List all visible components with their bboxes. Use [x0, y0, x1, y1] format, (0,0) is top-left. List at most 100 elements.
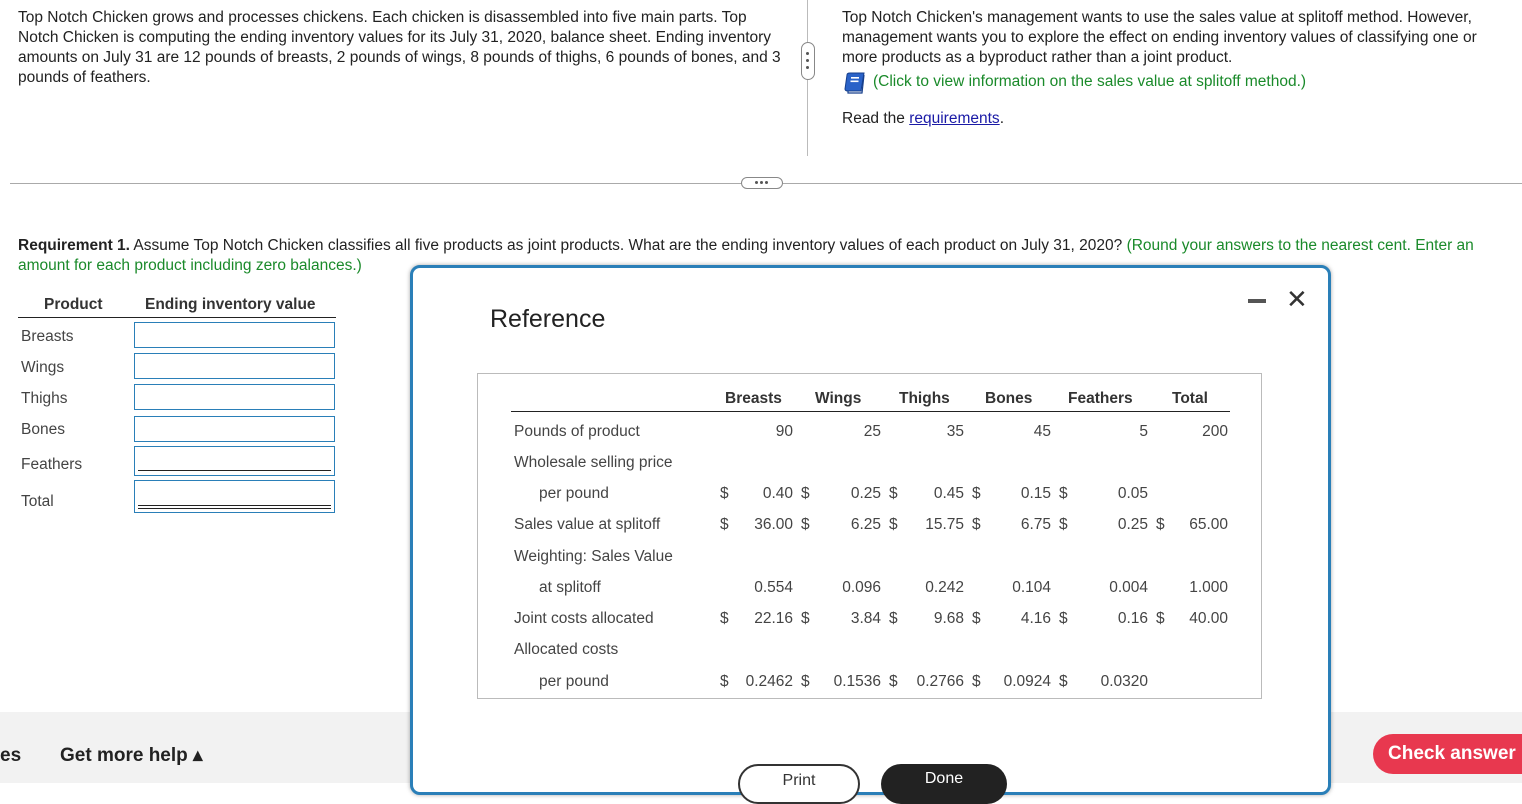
wsp-thighs: 0.45 [933, 485, 964, 502]
pounds-label: Pounds of product [514, 423, 640, 440]
book-icon[interactable] [844, 71, 870, 95]
col-bones: Bones [985, 390, 1033, 407]
bottom-left-fragment[interactable]: es [0, 745, 21, 767]
dollar-sign: $ [1156, 610, 1165, 627]
weight-thighs: 0.242 [925, 579, 964, 596]
row-label-feathers: Feathers [21, 456, 83, 473]
dollar-sign: $ [1059, 485, 1068, 502]
weighting-at-splitoff-label: at splitoff [539, 579, 601, 596]
allocated-costs-label: Allocated costs [514, 641, 619, 658]
svs-label: Sales value at splitoff [514, 516, 661, 533]
reference-table: Breasts Wings Thighs Bones Feathers Tota… [477, 373, 1262, 699]
col-feathers: Feathers [1068, 390, 1133, 407]
weight-breasts: 0.554 [754, 579, 793, 596]
dollar-sign: $ [889, 610, 898, 627]
info-row[interactable]: (Click to view information on the sales … [842, 72, 1512, 94]
dollar-sign: $ [720, 610, 729, 627]
done-button[interactable]: Done [881, 764, 1007, 804]
svs-breasts: 36.00 [754, 516, 793, 533]
total-input[interactable] [134, 480, 335, 513]
row-label-total: Total [21, 493, 54, 510]
row-label-wings: Wings [21, 359, 65, 376]
dollar-sign: $ [972, 673, 981, 690]
svs-bones: 6.75 [1020, 516, 1051, 533]
pounds-feathers: 5 [1139, 423, 1148, 440]
row-label-thighs: Thighs [21, 390, 68, 407]
dollar-sign: $ [889, 673, 898, 690]
expand-handle[interactable] [741, 177, 783, 189]
reference-dialog: Reference ✕ Breasts Wings Thighs Bones F… [410, 265, 1331, 804]
joint-total: 40.00 [1189, 610, 1228, 627]
alloc-wings: 0.1536 [833, 673, 881, 690]
svs-thighs: 15.75 [925, 516, 964, 533]
total-underline-bottom [138, 508, 331, 509]
problem-context: Top Notch Chicken's management wants to … [842, 8, 1512, 129]
feathers-underline [138, 470, 331, 471]
pounds-breasts: 90 [775, 423, 793, 440]
wsp-per-pound-label: per pound [539, 485, 609, 502]
info-link[interactable]: (Click to view information on the sales … [873, 72, 1306, 92]
thighs-input[interactable] [134, 384, 335, 410]
alloc-breasts: 0.2462 [745, 673, 793, 690]
col-wings: Wings [815, 390, 862, 407]
col-total: Total [1172, 390, 1208, 407]
bones-input[interactable] [134, 416, 335, 442]
row-label-bones: Bones [21, 421, 65, 438]
alloc-thighs: 0.2766 [916, 673, 964, 690]
wsp-bones: 0.15 [1020, 485, 1051, 502]
dollar-sign: $ [972, 610, 981, 627]
col-thighs: Thighs [899, 390, 950, 407]
dollar-sign: $ [1059, 516, 1068, 533]
joint-bones: 4.16 [1020, 610, 1051, 627]
joint-feathers: 0.16 [1117, 610, 1148, 627]
requirements-link[interactable]: requirements [909, 110, 999, 127]
dollar-sign: $ [1156, 516, 1165, 533]
product-header: Product [44, 296, 103, 313]
dollar-sign: $ [1059, 673, 1068, 690]
dollar-sign: $ [889, 516, 898, 533]
dollar-sign: $ [720, 516, 729, 533]
header-rule [18, 317, 336, 318]
read-prefix: Read the [842, 110, 910, 127]
inventory-value-header: Ending inventory value [145, 296, 316, 313]
requirement-text: Assume Top Notch Chicken classifies all … [129, 237, 1127, 254]
dollar-sign: $ [720, 673, 729, 690]
problem-intro: Top Notch Chicken grows and processes ch… [18, 9, 781, 86]
col-breasts: Breasts [725, 390, 782, 407]
joint-costs-label: Joint costs allocated [514, 610, 654, 627]
minimize-icon[interactable] [1248, 299, 1266, 303]
requirement-label: Requirement 1. [18, 237, 130, 254]
row-label-breasts: Breasts [21, 328, 74, 345]
dollar-sign: $ [972, 516, 981, 533]
allocated-per-pound-label: per pound [539, 673, 609, 690]
pounds-thighs: 35 [946, 423, 964, 440]
alloc-feathers: 0.0320 [1100, 673, 1148, 690]
get-more-help-button[interactable]: Get more help ▴ [60, 744, 203, 767]
dollar-sign: $ [801, 673, 810, 690]
wsp-breasts: 0.40 [762, 485, 793, 502]
alloc-bones: 0.0924 [1003, 673, 1051, 690]
close-icon[interactable]: ✕ [1286, 286, 1308, 312]
pounds-wings: 25 [863, 423, 881, 440]
weight-wings: 0.096 [842, 579, 881, 596]
wings-input[interactable] [134, 353, 335, 379]
print-button[interactable]: Print [738, 764, 860, 804]
dollar-sign: $ [801, 610, 810, 627]
dollar-sign: $ [720, 485, 729, 502]
dollar-sign: $ [801, 485, 810, 502]
feathers-input[interactable] [134, 446, 335, 476]
dollar-sign: $ [889, 485, 898, 502]
dollar-sign: $ [801, 516, 810, 533]
weight-feathers: 0.004 [1109, 579, 1148, 596]
wsp-wings: 0.25 [850, 485, 881, 502]
check-answer-button[interactable]: Check answer [1373, 734, 1522, 774]
svs-total: 65.00 [1189, 516, 1228, 533]
pane-resize-handle[interactable] [801, 42, 815, 80]
read-suffix: . [999, 110, 1004, 127]
total-underline-top [138, 505, 331, 506]
wsp-feathers: 0.05 [1117, 485, 1148, 502]
dollar-sign: $ [972, 485, 981, 502]
breasts-input[interactable] [134, 322, 335, 348]
joint-wings: 3.84 [850, 610, 881, 627]
dialog-title: Reference [490, 305, 606, 333]
